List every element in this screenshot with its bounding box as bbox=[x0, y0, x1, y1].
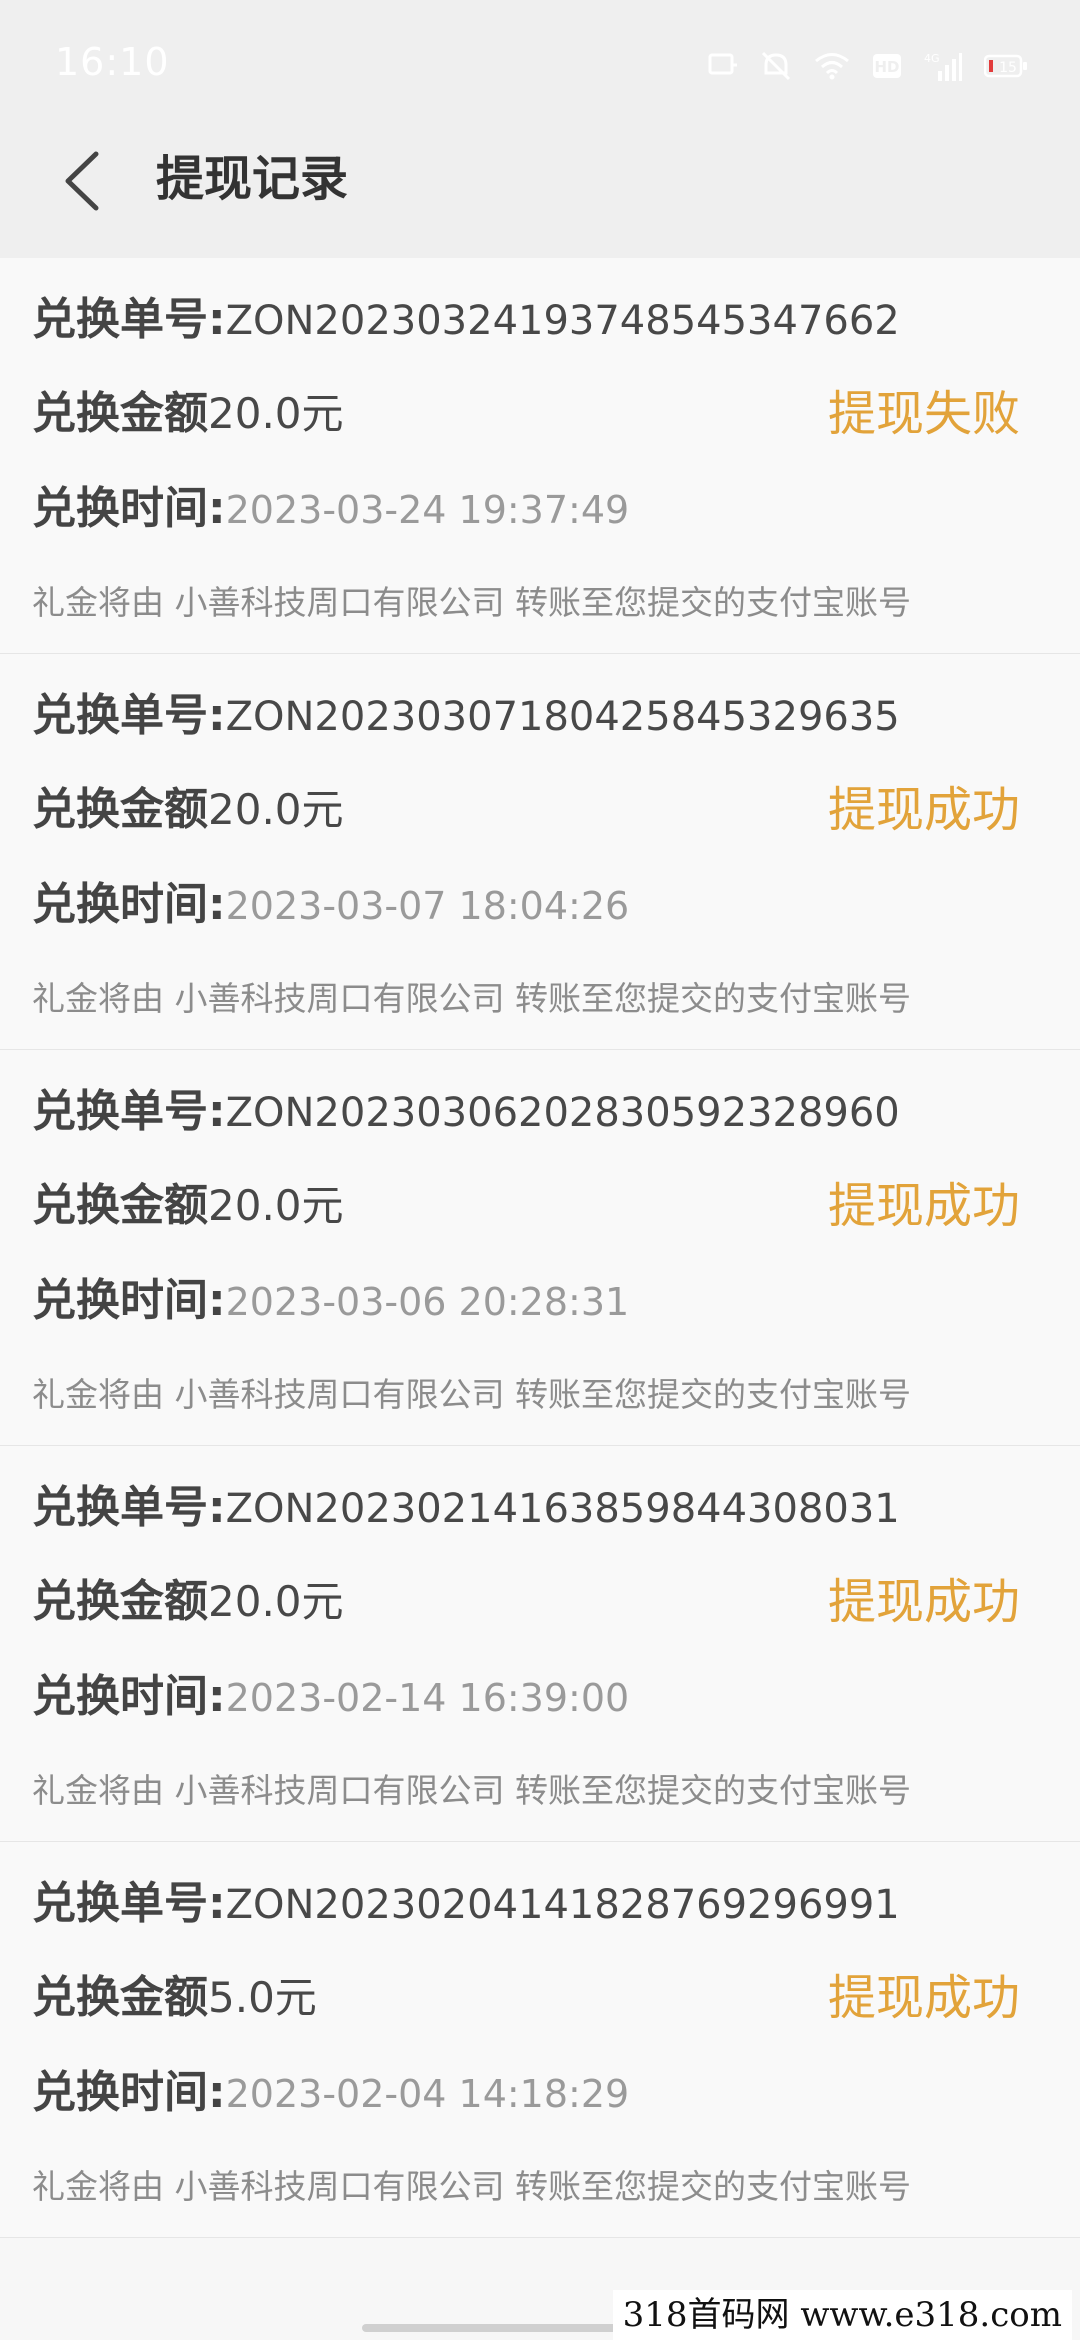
amount-label: 兑换金额 bbox=[32, 388, 208, 439]
svg-text:HD: HD bbox=[874, 58, 899, 76]
time-row: 兑换时间:2023-03-24 19:37:49 bbox=[32, 479, 629, 540]
network-label: 4G bbox=[924, 52, 940, 65]
time-value: 2023-03-06 20:28:31 bbox=[225, 1280, 630, 1324]
order-number-label: 兑换单号: bbox=[32, 1086, 226, 1137]
wifi-icon bbox=[814, 52, 850, 80]
battery-icon: 15 bbox=[984, 53, 1028, 79]
amount-value: 20.0元 bbox=[208, 1577, 344, 1626]
order-number-row: 兑换单号:ZON20230204141828769296991 bbox=[32, 1874, 900, 1935]
chevron-left-icon[interactable] bbox=[58, 150, 106, 212]
order-number-label: 兑换单号: bbox=[32, 1878, 226, 1929]
transfer-note: 礼金将由 小善科技周口有限公司 转账至您提交的支付宝账号 bbox=[32, 979, 911, 1018]
withdrawal-record-list: 兑换单号:ZON20230324193748545347662 兑换金额20.0… bbox=[0, 258, 1080, 2238]
status-label: 提现成功 bbox=[827, 1178, 1020, 1234]
status-icons: HD 4G 15 bbox=[708, 46, 1028, 86]
amount-row: 兑换金额5.0元 bbox=[32, 1968, 317, 2028]
amount-label: 兑换金额 bbox=[32, 1972, 208, 2023]
amount-label: 兑换金额 bbox=[32, 1576, 208, 1627]
order-number-value: ZON20230306202830592328960 bbox=[225, 1090, 900, 1136]
time-row: 兑换时间:2023-02-04 14:18:29 bbox=[32, 2063, 629, 2124]
time-label: 兑换时间: bbox=[32, 879, 226, 930]
order-number-row: 兑换单号:ZON20230214163859844308031 bbox=[32, 1478, 900, 1539]
status-bar: 16:10 HD 4G 15 bbox=[0, 0, 1080, 128]
amount-value: 20.0元 bbox=[208, 389, 344, 438]
amount-value: 20.0元 bbox=[208, 785, 344, 834]
amount-row: 兑换金额20.0元 bbox=[32, 1572, 344, 1632]
record-item[interactable]: 兑换单号:ZON20230307180425845329635 兑换金额20.0… bbox=[0, 654, 1080, 1050]
battery-level: 15 bbox=[999, 60, 1017, 76]
order-number-label: 兑换单号: bbox=[32, 690, 226, 741]
order-number-label: 兑换单号: bbox=[32, 1482, 226, 1533]
status-label: 提现成功 bbox=[827, 1574, 1020, 1630]
order-number-row: 兑换单号:ZON20230306202830592328960 bbox=[32, 1082, 900, 1143]
order-number-value: ZON20230324193748545347662 bbox=[225, 298, 900, 344]
page-title: 提现记录 bbox=[156, 151, 349, 207]
transfer-note: 礼金将由 小善科技周口有限公司 转账至您提交的支付宝账号 bbox=[32, 2167, 911, 2206]
time-row: 兑换时间:2023-03-06 20:28:31 bbox=[32, 1271, 629, 1332]
time-row: 兑换时间:2023-03-07 18:04:26 bbox=[32, 875, 629, 936]
amount-value: 20.0元 bbox=[208, 1181, 344, 1230]
time-label: 兑换时间: bbox=[32, 1275, 226, 1326]
time-value: 2023-03-07 18:04:26 bbox=[225, 884, 630, 928]
time-value: 2023-02-04 14:18:29 bbox=[225, 2072, 630, 2116]
transfer-note: 礼金将由 小善科技周口有限公司 转账至您提交的支付宝账号 bbox=[32, 1771, 911, 1810]
order-number-row: 兑换单号:ZON20230324193748545347662 bbox=[32, 290, 900, 351]
order-number-value: ZON20230214163859844308031 bbox=[225, 1486, 900, 1532]
site-watermark: 318首码网 www.e318.com bbox=[612, 2290, 1072, 2340]
time-label: 兑换时间: bbox=[32, 483, 226, 534]
time-label: 兑换时间: bbox=[32, 1671, 226, 1722]
record-item[interactable]: 兑换单号:ZON20230204141828769296991 兑换金额5.0元… bbox=[0, 1842, 1080, 2238]
transfer-note: 礼金将由 小善科技周口有限公司 转账至您提交的支付宝账号 bbox=[32, 1375, 911, 1414]
amount-row: 兑换金额20.0元 bbox=[32, 780, 344, 840]
amount-label: 兑换金额 bbox=[32, 1180, 208, 1231]
time-value: 2023-02-14 16:39:00 bbox=[225, 1676, 630, 1720]
record-item[interactable]: 兑换单号:ZON20230306202830592328960 兑换金额20.0… bbox=[0, 1050, 1080, 1446]
status-label: 提现成功 bbox=[827, 782, 1020, 838]
order-number-label: 兑换单号: bbox=[32, 294, 226, 345]
time-label: 兑换时间: bbox=[32, 2067, 226, 2118]
status-label: 提现失败 bbox=[827, 386, 1020, 442]
amount-row: 兑换金额20.0元 bbox=[32, 1176, 344, 1236]
amount-label: 兑换金额 bbox=[32, 784, 208, 835]
status-label: 提现成功 bbox=[827, 1970, 1020, 2026]
record-item[interactable]: 兑换单号:ZON20230214163859844308031 兑换金额20.0… bbox=[0, 1446, 1080, 1842]
mute-icon bbox=[760, 51, 792, 81]
order-number-value: ZON20230204141828769296991 bbox=[225, 1882, 900, 1928]
signal-icon: 4G bbox=[924, 51, 962, 81]
nfc-icon bbox=[708, 53, 738, 79]
hd-icon: HD bbox=[872, 53, 902, 79]
transfer-note: 礼金将由 小善科技周口有限公司 转账至您提交的支付宝账号 bbox=[32, 583, 911, 622]
amount-row: 兑换金额20.0元 bbox=[32, 384, 344, 444]
order-number-row: 兑换单号:ZON20230307180425845329635 bbox=[32, 686, 900, 747]
amount-value: 5.0元 bbox=[208, 1973, 317, 2022]
time-value: 2023-03-24 19:37:49 bbox=[225, 488, 630, 532]
status-time: 16:10 bbox=[55, 40, 170, 84]
order-number-value: ZON20230307180425845329635 bbox=[225, 694, 900, 740]
time-row: 兑换时间:2023-02-14 16:39:00 bbox=[32, 1667, 629, 1728]
record-item[interactable]: 兑换单号:ZON20230324193748545347662 兑换金额20.0… bbox=[0, 258, 1080, 654]
